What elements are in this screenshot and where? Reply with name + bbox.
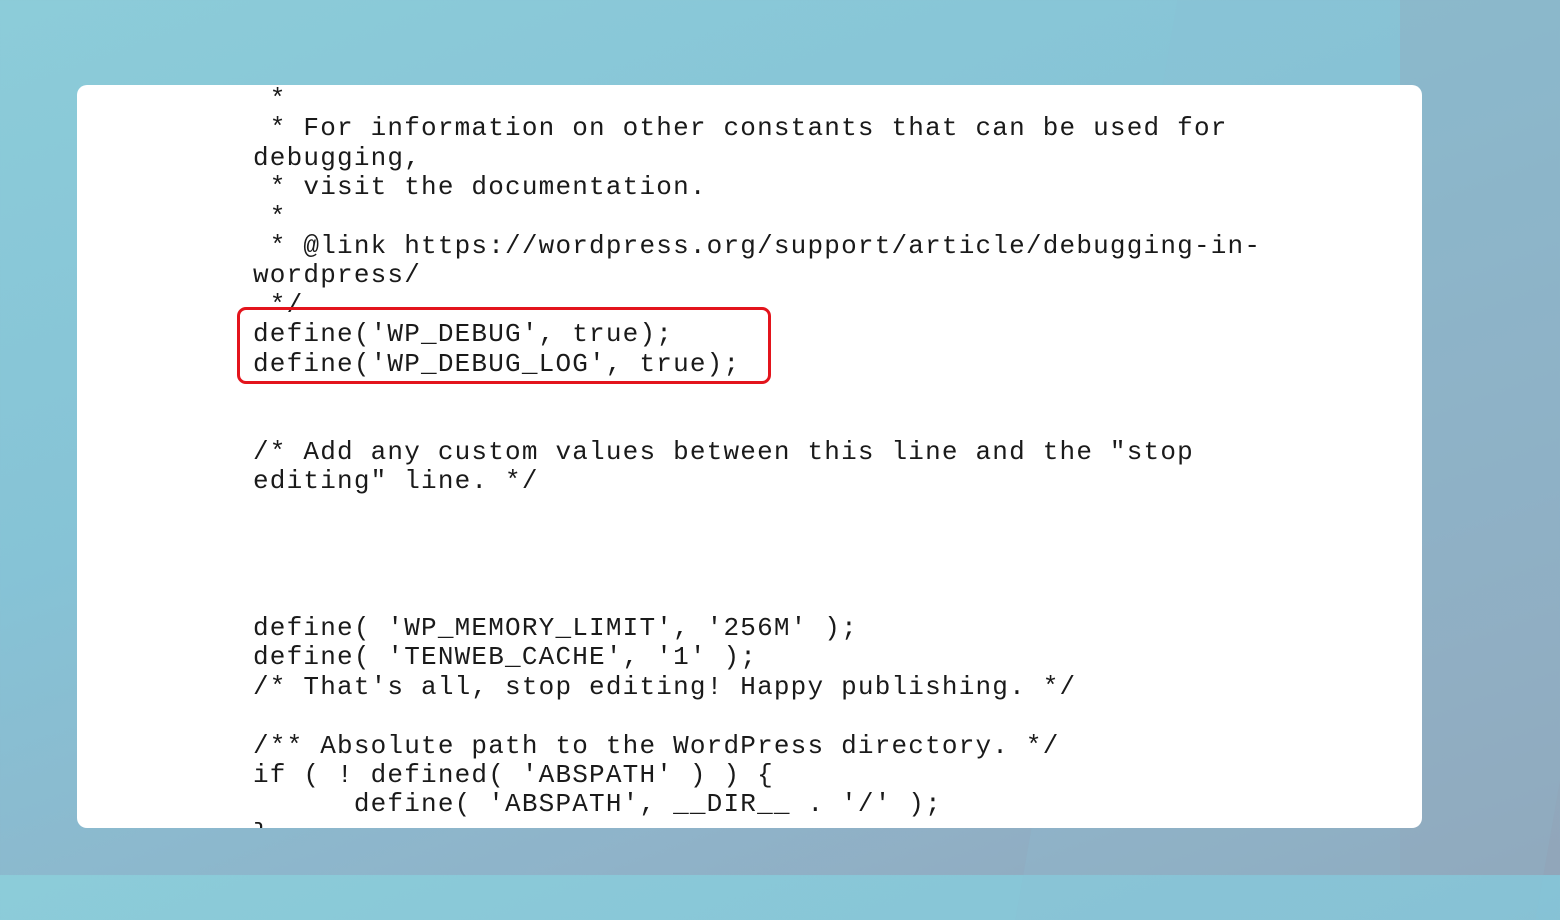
highlight-box: [237, 307, 771, 384]
code-line: * For information on other constants tha…: [253, 113, 1228, 144]
code-line: debugging,: [253, 142, 422, 173]
code-line: * @link https://wordpress.org/support/ar…: [253, 230, 1262, 261]
code-line: *: [253, 201, 287, 232]
code-line: }: [253, 819, 1261, 828]
code-line: /* Add any custom values between this li…: [253, 436, 1194, 467]
code-line: /** Absolute path to the WordPress direc…: [253, 730, 1060, 761]
code-editor[interactable]: * * For information on other constants t…: [253, 85, 1261, 828]
code-line: /* That's all, stop editing! Happy publi…: [253, 671, 1077, 702]
code-panel: * * For information on other constants t…: [77, 85, 1422, 828]
background-decoration: [1400, 0, 1560, 875]
code-line: wordpress/: [253, 260, 422, 291]
tenweb-cache-line: define( 'TENWEB_CACHE', '1' );: [253, 642, 758, 673]
code-line: define( 'ABSPATH', __DIR__ . '/' );: [253, 789, 942, 820]
code-line: * visit the documentation.: [253, 172, 707, 203]
memory-limit-line: define( 'WP_MEMORY_LIMIT', '256M' );: [253, 613, 858, 644]
code-line: *: [253, 85, 287, 114]
code-line: if ( ! defined( 'ABSPATH' ) ) {: [253, 759, 774, 790]
code-line: editing" line. */: [253, 466, 539, 497]
